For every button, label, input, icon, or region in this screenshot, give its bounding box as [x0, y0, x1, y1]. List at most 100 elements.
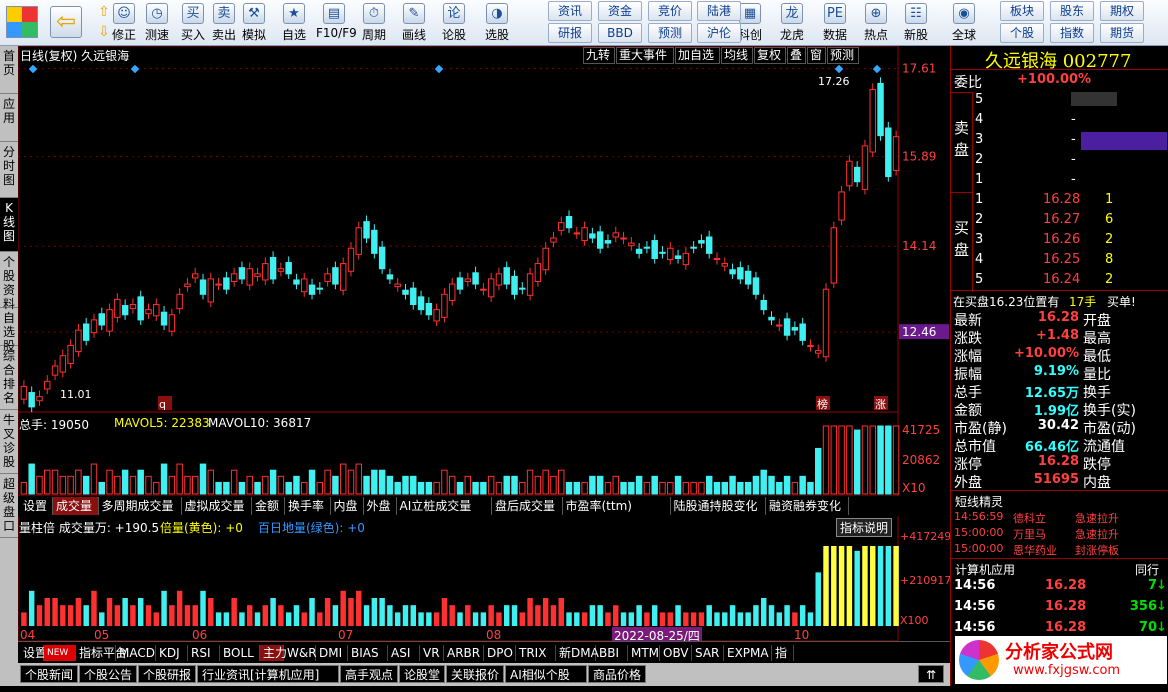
chart-header-button-2[interactable]: 加自选	[675, 47, 720, 64]
chart-header-button-0[interactable]: 九转	[583, 47, 615, 64]
vtab-3[interactable]: K线图	[0, 198, 18, 252]
indicator-tab-0[interactable]: 设置	[20, 645, 47, 661]
toolbar-button-4[interactable]: ⚒ 模拟	[236, 1, 272, 44]
chart-header-button-4[interactable]: 复权	[754, 47, 786, 64]
indicator-tab-11[interactable]: ASI	[388, 645, 420, 661]
toolbar-button-5[interactable]: ★ 自选	[276, 1, 312, 44]
news-tab-8[interactable]: 商品价格	[588, 665, 646, 683]
vtab-8[interactable]: 超级盘口	[0, 474, 18, 538]
indicator-tab-3[interactable]: MACD	[116, 645, 156, 661]
toolbar-button-1[interactable]: ◷ 测速	[139, 1, 175, 44]
indicator-tab-4[interactable]: KDJ	[156, 645, 188, 661]
chart-header-button-3[interactable]: 均线	[721, 47, 753, 64]
toolbar-pair-bottom-0[interactable]: 研报	[548, 23, 592, 43]
volume-tab-2[interactable]: 多周期成交量	[99, 497, 182, 515]
indicator-tab-1[interactable]: NEW	[44, 645, 76, 661]
news-tab-2[interactable]: 个股研报	[138, 665, 196, 683]
vtab-0[interactable]: 首页	[0, 46, 18, 94]
toolbar-pair-top-0[interactable]: 资讯	[548, 1, 592, 21]
toolbar-button-6[interactable]: ▤ F10/F9	[316, 1, 357, 44]
chart-header-button-6[interactable]: 窗	[807, 47, 826, 64]
volume-tab-12[interactable]: 融资融券变化	[766, 497, 849, 515]
toolbar-button-0[interactable]: ☺ 修正	[106, 1, 142, 44]
toolbar-button-7[interactable]: ⏱ 周期	[356, 1, 392, 44]
indicator-tab-2[interactable]: 指标平台	[76, 645, 127, 661]
news-tab-4[interactable]: 高手观点	[340, 665, 398, 683]
toolbar-button-13[interactable]: PE 数据	[817, 1, 853, 44]
vtab-7[interactable]: 牛叉诊股	[0, 410, 18, 474]
chart-header-button-5[interactable]: 叠	[787, 47, 806, 64]
indicator-help-button[interactable]: 指标说明	[836, 518, 893, 537]
toolbar-button-8[interactable]: ✎ 画线	[396, 1, 432, 44]
news-tab-5[interactable]: 论股堂	[399, 665, 445, 683]
indicator-tab-12[interactable]: VR	[420, 645, 444, 661]
toolbar-button-9[interactable]: 论论股	[436, 1, 472, 44]
volume-tab-10[interactable]: 市盈率(ttm)	[563, 497, 671, 515]
volume-tab-9[interactable]: 盘后成交量	[492, 497, 563, 515]
volume-tab-7[interactable]: 外盘	[364, 497, 397, 515]
toolbar-pair-bottom-1[interactable]: BBD	[598, 23, 642, 43]
toolbar-pair-bottom-5[interactable]: 指数	[1050, 23, 1094, 43]
news-tab-1[interactable]: 个股公告	[79, 665, 137, 683]
tick-tab[interactable]: 同行	[1135, 561, 1159, 578]
indicator-tab-14[interactable]: DPO	[484, 645, 516, 661]
indicator-tab-5[interactable]: RSI	[188, 645, 220, 661]
news-tab-7[interactable]: AI相似个股	[505, 665, 587, 683]
vtab-1[interactable]: 应用	[0, 94, 18, 142]
app-logo[interactable]	[6, 6, 38, 38]
vtab-2[interactable]: 分时图	[0, 142, 18, 198]
volume-tab-3[interactable]: 虚拟成交量	[182, 497, 252, 515]
indicator-tab-17[interactable]: BBI	[596, 645, 628, 661]
toolbar-pair-top-2[interactable]: 竞价	[648, 1, 692, 21]
toolbar-pair-bottom-3[interactable]: 沪伦	[697, 23, 741, 43]
toolbar-button-10[interactable]: ◑ 选股	[479, 1, 515, 44]
news-tab-6[interactable]: 关联报价	[446, 665, 504, 683]
toolbar-pair-top-3[interactable]: 陆港	[697, 1, 741, 21]
collapse-icon[interactable]	[1071, 92, 1117, 106]
news-tab-0[interactable]: 个股新闻	[20, 665, 78, 683]
indicator-tab-15[interactable]: TRIX	[516, 645, 556, 661]
toolbar-button-12[interactable]: 龙龙虎	[774, 1, 810, 44]
volume-bar	[378, 469, 386, 495]
volume-tab-4[interactable]: 金额	[252, 497, 285, 515]
vtab-5[interactable]: 自选股	[0, 308, 18, 353]
indicator-tab-22[interactable]: 指	[772, 645, 794, 661]
volume-tab-6[interactable]: 内盘	[331, 497, 364, 515]
toolbar-pair-top-5[interactable]: 股东	[1050, 1, 1094, 21]
indicator-tab-18[interactable]: MTM	[628, 645, 660, 661]
toolbar-button-14[interactable]: ⊕ 热点	[858, 1, 894, 44]
indicator-tab-9[interactable]: DMI	[316, 645, 348, 661]
back-button[interactable]: ⇦	[50, 6, 82, 38]
indicator-tab-13[interactable]: ARBR	[444, 645, 484, 661]
indicator-tab-16[interactable]: 新DMA	[556, 645, 599, 661]
toolbar-pair-bottom-6[interactable]: 期货	[1100, 23, 1144, 43]
indicator-tab-10[interactable]: BIAS	[348, 645, 388, 661]
toolbar-pair-top-1[interactable]: 资金	[598, 1, 642, 21]
toolbar-button-16[interactable]: ◉ 全球	[946, 1, 982, 44]
volume-tab-0[interactable]: 设置	[20, 497, 53, 515]
indicator-tab-7[interactable]: 主力	[260, 645, 287, 661]
stat-label-2: 市盈(动)	[1083, 421, 1136, 437]
volume-tab-5[interactable]: 换手率	[285, 497, 331, 515]
indicator-tab-6[interactable]: BOLL	[220, 645, 260, 661]
volume-tab-11[interactable]: 陆股通持股变化	[671, 497, 766, 515]
chart-header-button-7[interactable]: 预测	[827, 47, 859, 64]
toolbar-pair-bottom-4[interactable]: 个股	[1000, 23, 1044, 43]
kline-chart-panel[interactable]: 17.61 15.89 14.14 12.46 17.26 11.01 榜 涨 q 41725 20…	[18, 46, 950, 644]
vtab-4[interactable]: 个股资料	[0, 252, 18, 311]
indicator-tab-19[interactable]: OBV	[660, 645, 692, 661]
toolbar-pair-top-6[interactable]: 期权	[1100, 1, 1144, 21]
scroll-top-button[interactable]: ⇈	[918, 665, 944, 683]
vtab-6[interactable]: 综合排名	[0, 346, 18, 410]
toolbar-pair-bottom-2[interactable]: 预测	[648, 23, 692, 43]
indicator-tab-8[interactable]: W&R	[284, 645, 317, 661]
chart-header-button-1[interactable]: 重大事件	[616, 47, 674, 64]
toolbar-pair-top-4[interactable]: 板块	[1000, 1, 1044, 21]
news-tab-3[interactable]: 行业资讯[计算机应用]	[197, 665, 339, 683]
toolbar-button-15[interactable]: ☷ 新股	[898, 1, 934, 44]
indicator-tab-20[interactable]: SAR	[692, 645, 724, 661]
volume-tab-8[interactable]: AI立桩成交量	[397, 497, 492, 515]
indicator-tab-21[interactable]: EXPMA	[724, 645, 772, 661]
ind2-bar	[496, 612, 502, 626]
volume-tab-1[interactable]: 成交量	[53, 497, 99, 515]
